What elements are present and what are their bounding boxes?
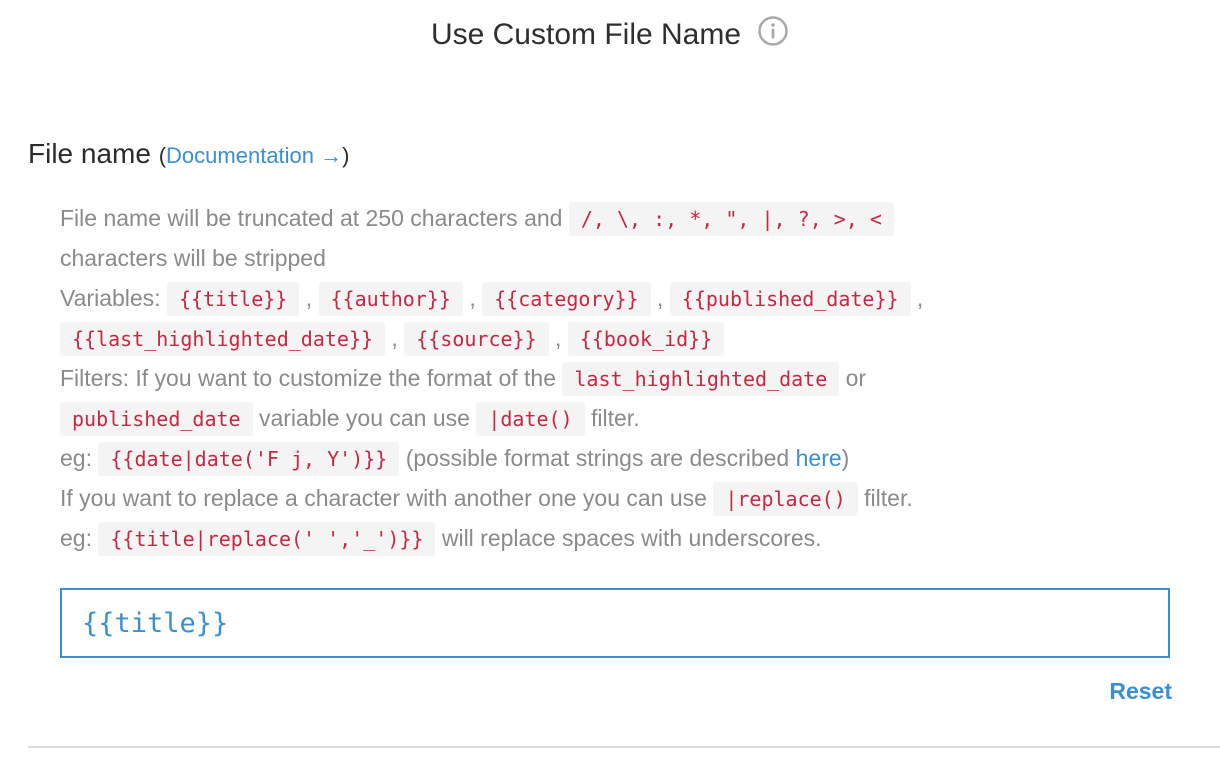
help-line-replace-example: eg: {{title|replace(' ','_')}} will repl…: [60, 518, 1170, 558]
settings-page: Use Custom File Name File name (Document…: [0, 0, 1220, 760]
separator: ,: [305, 285, 313, 311]
filters-var1-code: last_highlighted_date: [562, 362, 840, 396]
filter-word: filter.: [591, 405, 640, 431]
filters-var2-code: published_date: [60, 402, 253, 436]
file-name-title: File name: [28, 138, 151, 169]
reset-button[interactable]: Reset: [1109, 678, 1172, 705]
truncate-text: File name will be truncated at 250 chara…: [60, 205, 563, 231]
help-text: File name will be truncated at 250 chara…: [60, 198, 1170, 558]
file-name-heading: File name (Documentation →): [28, 138, 349, 170]
possible-text: (possible format strings are described: [405, 445, 790, 471]
paren-open: (: [158, 143, 167, 168]
filter-word: filter.: [864, 485, 913, 511]
variable-category-code: {{category}}: [482, 282, 651, 316]
help-line-stripped: characters will be stripped: [60, 238, 1170, 278]
file-name-input-box: [60, 588, 1170, 658]
or-text: or: [845, 365, 867, 391]
close-paren: ): [841, 445, 850, 471]
help-line-variables: Variables: {{title}} , {{author}} , {{ca…: [60, 278, 1170, 318]
variable-author-code: {{author}}: [318, 282, 463, 316]
info-circle-icon[interactable]: [757, 15, 789, 47]
separator: ,: [916, 285, 924, 311]
replace-example-code: {{title|replace(' ','_')}}: [98, 522, 436, 556]
replace-text: If you want to replace a character with …: [60, 485, 707, 511]
variable-published-date-code: {{published_date}}: [669, 282, 911, 316]
help-line-variables-2: {{last_highlighted_date}} , {{source}} ,…: [60, 318, 1170, 358]
divider: [28, 746, 1220, 748]
replace-result-text: will replace spaces with underscores.: [441, 525, 822, 551]
eg-label: eg:: [60, 525, 92, 551]
help-line-filters: Filters: If you want to customize the fo…: [60, 358, 1170, 398]
stripped-chars-code: /, \, :, *, ", |, ?, >, <: [568, 202, 894, 236]
eg-label: eg:: [60, 445, 92, 471]
variable-last-highlighted-date-code: {{last_highlighted_date}}: [60, 322, 386, 356]
help-line-filters-2: published_date variable you can use |dat…: [60, 398, 1170, 438]
filters-text: Filters: If you want to customize the fo…: [60, 365, 556, 391]
help-line-truncate: File name will be truncated at 250 chara…: [60, 198, 1170, 238]
separator: ,: [555, 325, 562, 351]
variables-label: Variables:: [60, 285, 161, 311]
variable-book-id-code: {{book_id}}: [567, 322, 725, 356]
replace-filter-code: |replace(): [713, 482, 858, 516]
file-name-input[interactable]: [62, 590, 1168, 656]
separator: ,: [469, 285, 476, 311]
variable-title-code: {{title}}: [166, 282, 300, 316]
header: Use Custom File Name: [0, 15, 1220, 62]
page-title: Use Custom File Name: [430, 18, 742, 51]
paren-close: ): [342, 143, 350, 168]
date-example-code: {{date|date('F j, Y')}}: [98, 442, 400, 476]
variable-use-text: variable you can use: [258, 405, 470, 431]
stripped-text: characters will be stripped: [60, 245, 326, 271]
variable-source-code: {{source}}: [404, 322, 549, 356]
documentation-link[interactable]: Documentation →: [166, 143, 342, 168]
separator: ,: [657, 285, 664, 311]
help-line-date-example: eg: {{date|date('F j, Y')}} (possible fo…: [60, 438, 1170, 478]
here-link[interactable]: here: [796, 445, 842, 471]
separator: ,: [391, 325, 398, 351]
help-line-replace: If you want to replace a character with …: [60, 478, 1170, 518]
date-filter-code: |date(): [476, 402, 585, 436]
